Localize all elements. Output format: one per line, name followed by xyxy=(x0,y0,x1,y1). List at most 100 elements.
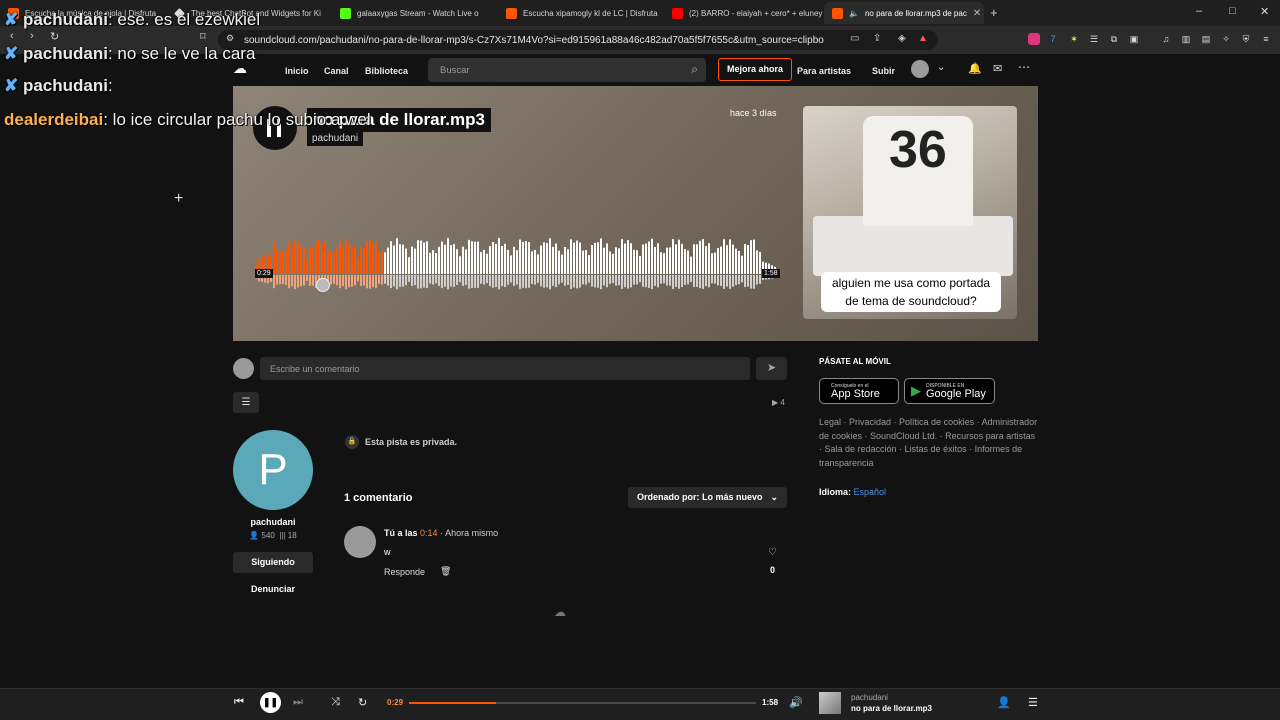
vpn-icon[interactable]: ⛨ xyxy=(1240,33,1252,45)
comment-author[interactable]: Tú a las xyxy=(384,528,418,538)
for-artists-link[interactable]: Para artistas xyxy=(797,66,851,76)
now-playing-artwork[interactable] xyxy=(819,692,841,714)
comment-marker-avatar[interactable] xyxy=(316,278,330,292)
profile-avatar[interactable]: P xyxy=(233,430,313,510)
waveform-reflection-bar xyxy=(531,275,533,285)
volume-icon[interactable]: 🔊 xyxy=(789,696,803,709)
track-artist[interactable]: pachudani xyxy=(307,131,364,146)
address-bar[interactable]: ⚙ soundcloud.com/pachudani/no-para-de-ll… xyxy=(218,30,938,50)
comment-input[interactable]: Escribe un comentario xyxy=(260,357,750,380)
progress-bar[interactable] xyxy=(409,702,756,704)
waveform-reflection-bar xyxy=(444,275,446,287)
now-playing-title[interactable]: no para de llorar.mp3 xyxy=(851,704,932,713)
wallet-icon[interactable]: ▤ xyxy=(1200,33,1212,45)
screenshot-extension-icon[interactable]: ▣ xyxy=(1128,33,1140,45)
browser-tab[interactable]: (2) BARRO - elaiyah + cero* + eluney xyxy=(664,2,824,24)
sparkle-extension-icon[interactable]: ✶ xyxy=(1068,33,1080,45)
send-comment-icon[interactable]: ➤ xyxy=(756,357,787,380)
followers-icon: 👤 xyxy=(249,531,260,540)
following-button[interactable]: Siguiendo xyxy=(233,552,313,573)
waveform-bar xyxy=(537,254,539,274)
more-icon[interactable]: ⋯ xyxy=(1018,60,1030,74)
waveform-reflection-bar xyxy=(312,275,314,286)
puzzle-extension-icon[interactable]: ⧉ xyxy=(1108,33,1120,45)
comment-timestamp[interactable]: 0:14 xyxy=(420,528,438,538)
waveform-reflection-bar xyxy=(624,275,626,288)
waveform-bar xyxy=(618,248,620,274)
follow-user-icon[interactable]: 👤 xyxy=(997,696,1011,709)
waveform-reflection-bar xyxy=(474,275,476,288)
new-tab-button[interactable]: + xyxy=(990,5,998,20)
list-extension-icon[interactable]: ☰ xyxy=(1088,33,1100,45)
filter-icon[interactable]: ☰ xyxy=(233,392,259,413)
music-icon[interactable]: ♫ xyxy=(1160,33,1172,45)
brave-rewards-icon[interactable]: ▲ xyxy=(918,33,928,44)
forward-icon[interactable]: › xyxy=(30,30,34,42)
brave-shield-icon[interactable]: ◈ xyxy=(898,33,906,44)
menu-icon[interactable]: ≡ xyxy=(1260,33,1272,45)
maximize-button[interactable]: □ xyxy=(1229,5,1236,17)
search-icon[interactable]: ⌕ xyxy=(691,62,698,77)
cast-icon[interactable]: ▭ xyxy=(850,33,859,44)
bookmark-icon[interactable]: ⌑ xyxy=(200,30,206,43)
heart-icon[interactable]: ♡ xyxy=(768,547,777,558)
minimize-button[interactable]: – xyxy=(1196,5,1202,17)
tracks-count[interactable]: 18 xyxy=(288,531,297,540)
translate-extension-icon[interactable]: 7 xyxy=(1047,33,1059,45)
notifications-icon[interactable]: 🔔 xyxy=(968,62,982,75)
next-icon[interactable]: ⏭ xyxy=(293,696,303,709)
waveform-reflection-bar xyxy=(429,275,431,284)
waveform-reflection-bar xyxy=(579,275,581,288)
waveform-reflection-bar xyxy=(741,275,743,283)
report-button[interactable]: Denunciar xyxy=(233,584,313,594)
back-icon[interactable]: ‹ xyxy=(10,30,14,42)
nav-inicio[interactable]: Inicio xyxy=(285,66,309,76)
waveform-bar xyxy=(747,244,749,274)
user-avatar[interactable] xyxy=(911,60,929,78)
upload-link[interactable]: Subir xyxy=(872,66,895,76)
waveform-reflection-bar xyxy=(477,275,479,288)
footer-links[interactable]: Legal · Privacidad · Política de cookies… xyxy=(819,416,1039,470)
language-link[interactable]: Español xyxy=(854,487,887,497)
delete-icon[interactable]: 🗑 xyxy=(440,566,451,577)
waveform[interactable] xyxy=(255,226,780,298)
player-pause-button[interactable]: ❚❚ xyxy=(260,692,281,713)
browser-tab[interactable]: galaaxygas Stream - Watch Live o xyxy=(332,2,498,24)
extension-icon[interactable] xyxy=(1028,33,1040,45)
leo-ai-icon[interactable]: ✧ xyxy=(1220,33,1232,45)
repeat-icon[interactable]: ↻ xyxy=(358,696,367,709)
waveform-reflection-bar xyxy=(603,275,605,286)
sort-dropdown[interactable]: Ordenado por: Lo más nuevo ⌄ xyxy=(628,487,787,508)
soundcloud-favicon-icon xyxy=(506,7,517,19)
upgrade-button[interactable]: Mejora ahora xyxy=(718,58,792,81)
followers-count[interactable]: 540 xyxy=(262,531,275,540)
google-play-badge[interactable]: ▶ DISPONIBLE EN Google Play xyxy=(904,378,995,404)
previous-icon[interactable]: ⏮ xyxy=(234,696,244,709)
search-input[interactable]: Buscar ⌕ xyxy=(428,58,706,82)
waveform-bar xyxy=(495,243,497,274)
waveform-reflection-bar xyxy=(333,275,335,284)
browser-tab-active[interactable]: 🔈 no para de llorar.mp3 de pac ✕ xyxy=(824,2,984,24)
close-window-button[interactable]: ✕ xyxy=(1260,5,1269,18)
shuffle-icon[interactable]: ⤨ xyxy=(331,696,340,709)
nav-canal[interactable]: Canal xyxy=(324,66,349,76)
waveform-reflection-bar xyxy=(297,275,299,288)
waveform-bar xyxy=(627,240,629,274)
profile-name[interactable]: pachudani xyxy=(233,517,313,527)
site-info-icon[interactable]: ⚙ xyxy=(226,33,234,44)
mute-icon[interactable]: 🔈 xyxy=(849,9,859,18)
waveform-reflection-bar xyxy=(363,275,365,286)
app-store-badge[interactable]: Consíguelo en el App Store xyxy=(819,378,899,404)
browser-tab[interactable]: Escucha xipamogly kl de LC | Disfruta xyxy=(498,2,664,24)
reply-button[interactable]: Responde xyxy=(384,567,425,577)
reload-icon[interactable]: ↻ xyxy=(50,30,59,43)
comment-avatar[interactable] xyxy=(344,526,376,558)
queue-icon[interactable]: ☰ xyxy=(1028,696,1038,709)
now-playing-artist[interactable]: pachudani xyxy=(851,693,888,702)
sidebar-toggle-icon[interactable]: ▥ xyxy=(1180,33,1192,45)
share-icon[interactable]: ⇪ xyxy=(873,33,881,44)
messages-icon[interactable]: ✉ xyxy=(993,62,1002,75)
close-tab-icon[interactable]: ✕ xyxy=(973,8,981,19)
chevron-down-icon[interactable]: ⌄ xyxy=(937,62,945,73)
nav-biblioteca[interactable]: Biblioteca xyxy=(365,66,408,76)
